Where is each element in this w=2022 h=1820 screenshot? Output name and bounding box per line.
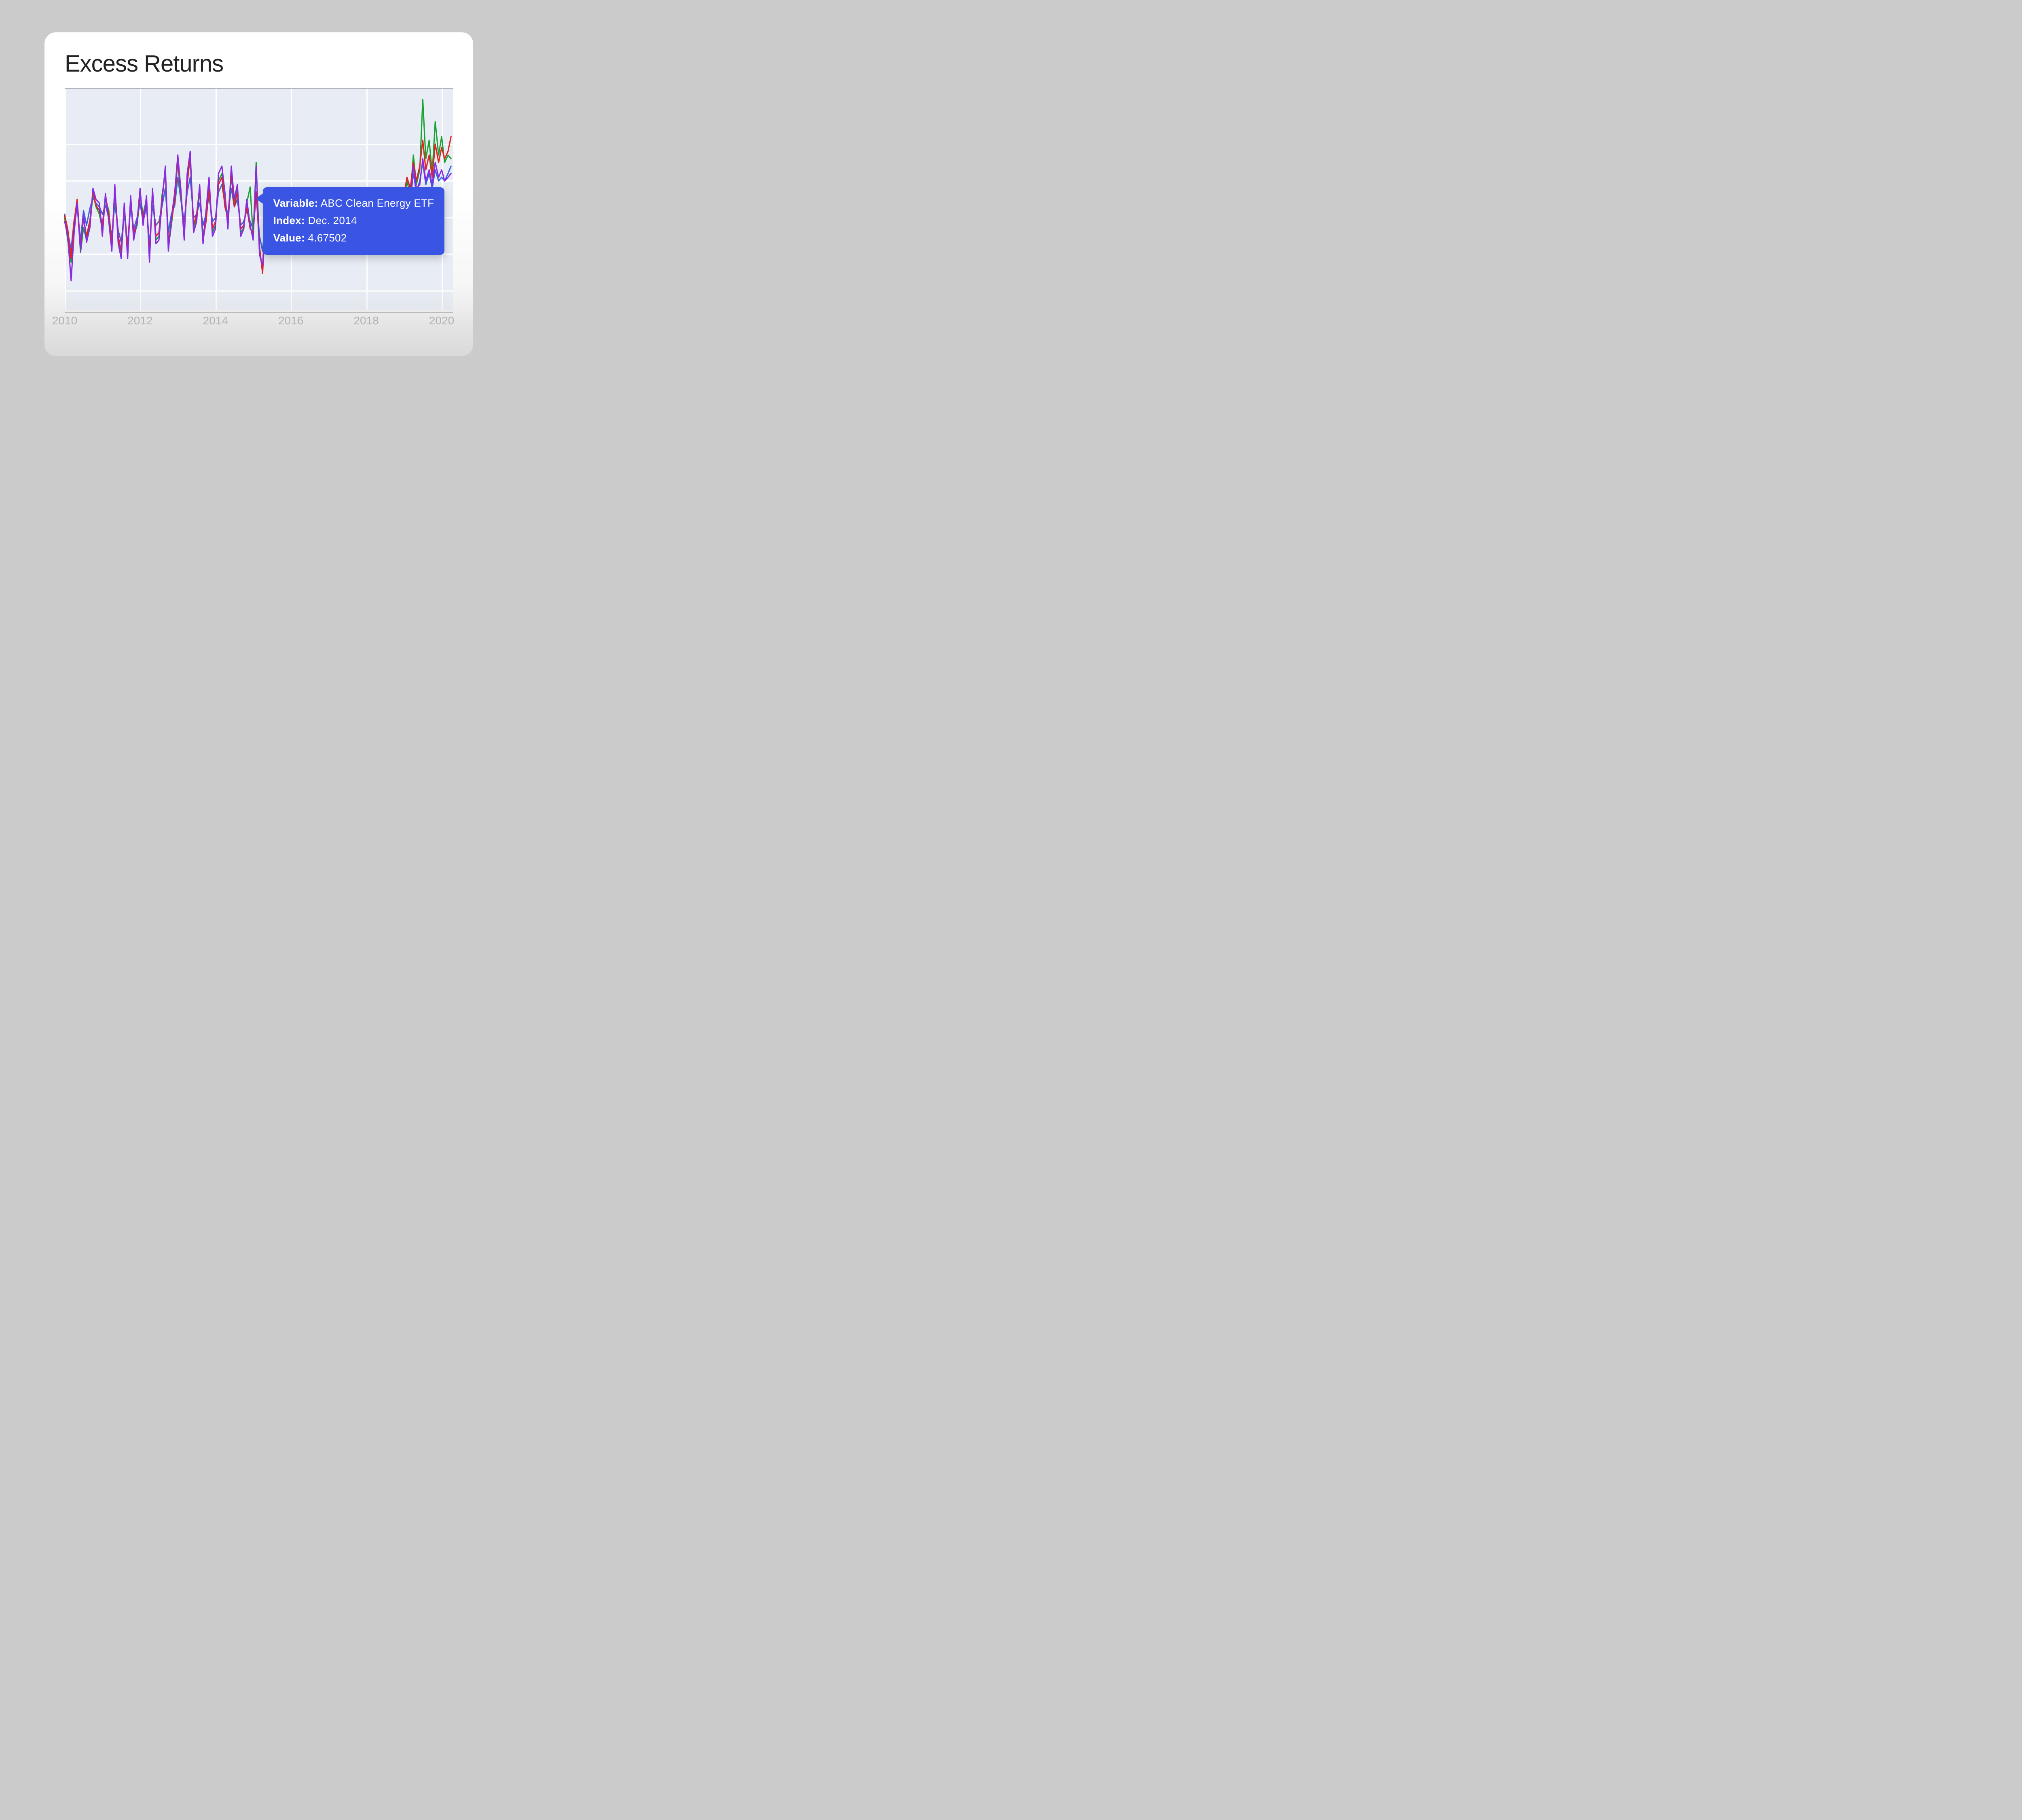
tooltip-variable-label: Variable: — [273, 197, 318, 209]
x-tick: 2016 — [278, 314, 303, 327]
plot-area[interactable]: Variable: ABC Clean Energy ETF Index: De… — [65, 88, 453, 310]
chart-card: Excess Returns Variable: ABC Clean Energ… — [44, 32, 473, 356]
x-tick: 2014 — [203, 314, 228, 327]
chart-title: Excess Returns — [65, 50, 453, 77]
x-tick: 2020 — [429, 314, 454, 327]
tooltip-variable-value: ABC Clean Energy ETF — [321, 197, 434, 209]
tooltip-value-value: 4.67502 — [308, 232, 347, 244]
tooltip-index-label: Index: — [273, 214, 305, 226]
x-tick: 2018 — [353, 314, 379, 327]
tooltip-value-label: Value: — [273, 232, 305, 244]
x-tick: 2010 — [52, 314, 77, 327]
x-axis: 2010 2012 2014 2016 2018 2020 — [65, 312, 453, 313]
x-tick: 2012 — [127, 314, 152, 327]
tooltip-index-value: Dec. 2014 — [308, 214, 357, 226]
chart-area[interactable]: Variable: ABC Clean Energy ETF Index: De… — [65, 88, 453, 330]
chart-tooltip: Variable: ABC Clean Energy ETF Index: De… — [263, 187, 445, 255]
